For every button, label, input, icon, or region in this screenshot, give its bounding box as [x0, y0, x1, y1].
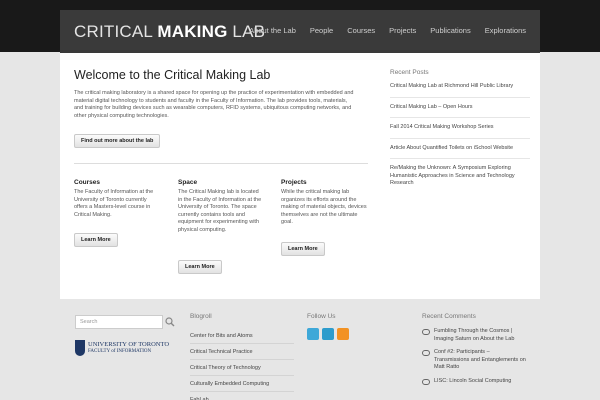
- comment-bubble-icon: [422, 350, 430, 356]
- recent-post-link[interactable]: Article About Quantified Toilets on iSch…: [390, 145, 530, 159]
- projects-heading: Projects: [281, 179, 307, 186]
- main-content: Welcome to the Critical Making Lab The c…: [60, 53, 540, 299]
- comment-text: Fumbling Through the Cosmos | Imaging Sa…: [434, 328, 515, 342]
- courses-heading: Courses: [74, 179, 101, 186]
- projects-learn-more-button[interactable]: Learn More: [281, 242, 325, 256]
- nav-about[interactable]: About the Lab: [249, 26, 296, 35]
- uoft-logo-line2: FACULTY of INFORMATION: [88, 349, 152, 354]
- follow-us-heading: Follow Us: [307, 313, 336, 320]
- search-input[interactable]: Search: [75, 315, 163, 329]
- vimeo-icon[interactable]: [322, 328, 334, 340]
- nav-courses[interactable]: Courses: [347, 26, 375, 35]
- intro-text: The critical making laboratory is a shar…: [74, 90, 354, 119]
- uoft-crest-icon: [75, 340, 85, 356]
- about-lab-button[interactable]: Find out more about the lab: [74, 134, 161, 148]
- blogroll-link[interactable]: Culturally Embedded Computing: [190, 376, 294, 392]
- blogroll-link[interactable]: FabLab: [190, 392, 294, 400]
- recent-post-link[interactable]: Fall 2014 Critical Making Workshop Serie…: [390, 124, 530, 139]
- site-logo[interactable]: CRITICAL MAKING LAB: [74, 22, 265, 42]
- projects-text: While the critical making lab organizes …: [281, 189, 367, 226]
- rss-icon[interactable]: [337, 328, 349, 340]
- comment-bubble-icon: [422, 329, 430, 335]
- recent-posts-list: Critical Making Lab at Richmond Hill Pub…: [390, 83, 530, 200]
- recent-comments-heading: Recent Comments: [422, 313, 476, 320]
- space-learn-more-button[interactable]: Learn More: [178, 260, 222, 274]
- blogroll-link[interactable]: Center for Bits and Atoms: [190, 328, 294, 344]
- recent-post-link[interactable]: Re/Making the Unknown: A Symposium Explo…: [390, 165, 530, 194]
- recent-post-link[interactable]: Critical Making Lab – Open Hours: [390, 104, 530, 118]
- recent-post-link[interactable]: Critical Making Lab at Richmond Hill Pub…: [390, 83, 530, 98]
- comment-item[interactable]: LISC: Lincoln Social Computing: [422, 378, 526, 386]
- divider: [74, 163, 368, 164]
- nav-publications[interactable]: Publications: [430, 26, 470, 35]
- courses-text: The Faculty of Information at the Univer…: [74, 189, 154, 218]
- blogroll-heading: Blogroll: [190, 313, 212, 320]
- comment-text: LISC: Lincoln Social Computing: [434, 377, 512, 384]
- uoft-logo-line1: UNIVERSITY OF TORONTO: [88, 341, 170, 348]
- twitter-icon[interactable]: [307, 328, 319, 340]
- comment-item[interactable]: Conf #2: Participants – Transmissions an…: [422, 349, 526, 372]
- page-title: Welcome to the Critical Making Lab: [74, 68, 271, 82]
- recent-posts-heading: Recent Posts: [390, 69, 429, 76]
- comment-item[interactable]: Fumbling Through the Cosmos | Imaging Sa…: [422, 328, 526, 343]
- comment-text: Conf #2: Participants – Transmissions an…: [434, 349, 526, 370]
- space-text: The Critical Making lab is located in th…: [178, 189, 262, 233]
- nav-explorations[interactable]: Explorations: [485, 26, 526, 35]
- main-nav: About the Lab People Courses Projects Pu…: [249, 26, 526, 35]
- search-icon[interactable]: [165, 317, 175, 327]
- recent-comments-list: Fumbling Through the Cosmos | Imaging Sa…: [422, 328, 526, 391]
- nav-projects[interactable]: Projects: [389, 26, 416, 35]
- space-heading: Space: [178, 179, 198, 186]
- nav-people[interactable]: People: [310, 26, 333, 35]
- site-header: CRITICAL MAKING LAB About the Lab People…: [60, 10, 540, 53]
- blogroll-list: Center for Bits and Atoms Critical Techn…: [190, 328, 294, 400]
- logo-text-bold: MAKING: [157, 22, 228, 41]
- blogroll-link[interactable]: Critical Technical Practice: [190, 344, 294, 360]
- comment-bubble-icon: [422, 378, 430, 385]
- social-icons: [307, 328, 349, 340]
- blogroll-link[interactable]: Critical Theory of Technology: [190, 360, 294, 376]
- logo-text: CRITICAL: [74, 22, 158, 41]
- courses-learn-more-button[interactable]: Learn More: [74, 233, 118, 247]
